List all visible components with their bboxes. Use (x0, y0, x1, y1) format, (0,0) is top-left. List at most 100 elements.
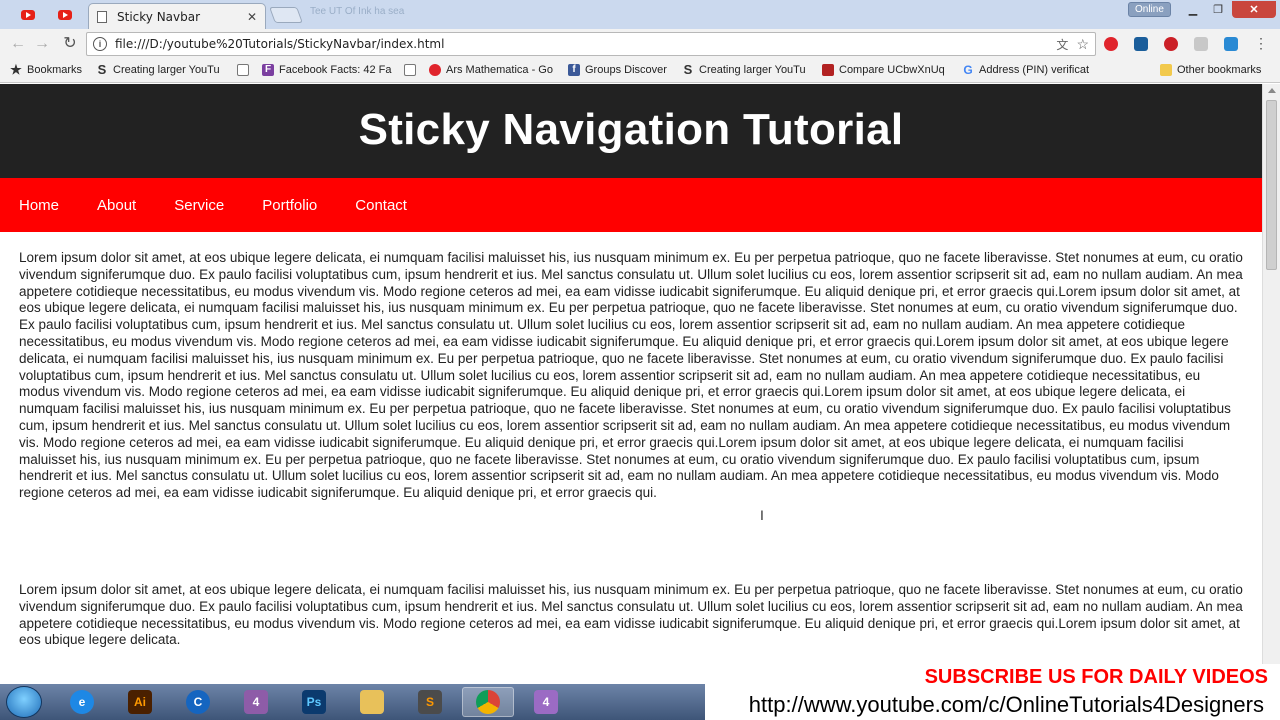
menu-icon[interactable]: ⋮ (1254, 35, 1268, 52)
facebook-icon: f (568, 64, 580, 76)
bookmark-label: Ars Mathematica - Go (446, 64, 553, 76)
pinterest-icon[interactable] (1164, 37, 1178, 51)
google-icon: G (963, 63, 973, 77)
minimize-button[interactable]: ▁ (1180, 1, 1206, 18)
app2-icon: 4 (534, 690, 558, 714)
bookmark-label: Facebook Facts: 42 Fa (279, 64, 392, 76)
browser-toolbar: ← → ↻ i file:///D:/youtube%20Tutorials/S… (0, 29, 1280, 59)
taskbar-photoshop[interactable]: Ps (288, 687, 340, 717)
page-content: Lorem ipsum dolor sit amet, at eos ubiqu… (0, 232, 1262, 649)
pinned-tab-youtube-2[interactable] (52, 4, 78, 26)
new-tab-button[interactable] (269, 7, 303, 23)
s-logo-icon: S (683, 62, 693, 77)
bookmark-label: Groups Discover (585, 64, 667, 76)
bookmark-item[interactable]: Compare UCbwXnUq (822, 64, 945, 76)
reload-button[interactable]: ↻ (60, 35, 80, 53)
bookmark-item[interactable]: F Facebook Facts: 42 Fa (262, 64, 392, 76)
chrome-icon (476, 690, 500, 714)
extension-sync-icon[interactable] (1224, 37, 1238, 51)
text-cursor-icon: I (760, 507, 764, 523)
bookmarks-bar: ★ Bookmarks S Creating larger YouTu F Faceb… (0, 59, 1280, 83)
bookmark-label: Bookmarks (27, 64, 83, 76)
bookmark-item[interactable]: Ars Mathematica - Go (429, 64, 553, 76)
document-icon (404, 64, 416, 76)
taskbar-app2[interactable]: 4 (520, 687, 572, 717)
forward-button[interactable]: → (32, 35, 52, 53)
nav-about[interactable]: About (97, 197, 136, 214)
bookmark-item[interactable] (237, 64, 254, 76)
bar-chart-icon (822, 64, 834, 76)
nav-service[interactable]: Service (174, 197, 224, 214)
red-circle-icon (429, 64, 441, 76)
tab-strip: Sticky Navbar ✕ Tee UT Of Ink ha sea Onl… (0, 0, 1280, 29)
nav-portfolio[interactable]: Portfolio (262, 197, 317, 214)
app-icon: 4 (244, 690, 268, 714)
star-icon: ★ (10, 62, 22, 77)
taskbar-illustrator[interactable]: Ai (114, 687, 166, 717)
taskbar-ccleaner[interactable]: C (172, 687, 224, 717)
maximize-button[interactable]: ❐ (1206, 1, 1230, 18)
bookmark-label: Creating larger YouTu (113, 64, 220, 76)
bookmark-item[interactable]: G Address (PIN) verificat (962, 64, 1089, 76)
bookmark-label: Compare UCbwXnUq (839, 64, 945, 76)
subscribe-overlay: SUBSCRIBE US FOR DAILY VIDEOS http://www… (705, 664, 1280, 720)
opera-extension-icon[interactable] (1104, 37, 1118, 51)
illustrator-icon: Ai (128, 690, 152, 714)
f-logo-icon: F (262, 64, 274, 76)
explorer-icon (360, 690, 384, 714)
folder-icon (1160, 64, 1172, 76)
start-button[interactable] (6, 686, 42, 718)
taskbar-app[interactable]: 4 (230, 687, 282, 717)
tab-title: Sticky Navbar (117, 9, 201, 24)
nav-home[interactable]: Home (19, 197, 59, 214)
extension-icon[interactable] (1134, 37, 1148, 51)
bookmark-item[interactable]: f Groups Discover (568, 64, 667, 76)
address-bar[interactable]: i file:///D:/youtube%20Tutorials/StickyN… (86, 32, 1096, 56)
bookmark-item[interactable]: S Creating larger YouTu (682, 62, 806, 77)
bookmark-label: Other bookmarks (1177, 64, 1262, 76)
content-paragraph: Lorem ipsum dolor sit amet, at eos ubiqu… (19, 250, 1243, 501)
subscribe-text: SUBSCRIBE US FOR DAILY VIDEOS (924, 666, 1268, 688)
bookmark-item[interactable] (404, 64, 421, 76)
taskbar-sublime[interactable]: S (404, 687, 456, 717)
nav-contact[interactable]: Contact (355, 197, 407, 214)
youtube-icon (21, 10, 35, 20)
page-scrollbar[interactable] (1262, 84, 1280, 684)
bookmark-item[interactable]: S Creating larger YouTu (96, 62, 220, 77)
sublime-icon: S (418, 690, 442, 714)
taskbar-chrome[interactable] (462, 687, 514, 717)
page-header: Sticky Navigation Tutorial (0, 84, 1262, 178)
bookmark-label: Address (PIN) verificat (979, 64, 1090, 76)
taskbar-explorer[interactable] (346, 687, 398, 717)
ghost-tab-label: Tee UT Of Ink ha sea (310, 6, 405, 17)
document-icon (97, 10, 107, 23)
youtube-icon (58, 10, 72, 20)
content-paragraph: Lorem ipsum dolor sit amet, at eos ubiqu… (19, 581, 1243, 648)
bookmark-label: Creating larger YouTu (699, 64, 806, 76)
translate-icon[interactable]: 文 (1056, 36, 1068, 53)
sticky-navbar: Home About Service Portfolio Contact (0, 178, 1262, 232)
close-tab-icon[interactable]: ✕ (247, 10, 257, 24)
page-info-icon[interactable]: i (93, 37, 107, 51)
online-badge: Online (1128, 2, 1171, 17)
tab-sticky-navbar[interactable]: Sticky Navbar ✕ (88, 3, 266, 29)
bookmark-item[interactable]: ★ Bookmarks (10, 62, 83, 77)
close-window-button[interactable]: ✕ (1232, 1, 1276, 18)
web-page: Sticky Navigation Tutorial Home About Se… (0, 84, 1262, 684)
channel-link[interactable]: http://www.youtube.com/c/OnlineTutorials… (749, 692, 1264, 718)
pinned-tab-youtube-1[interactable] (15, 4, 41, 26)
page-title: Sticky Navigation Tutorial (358, 105, 904, 154)
document-icon (237, 64, 249, 76)
url-text[interactable]: file:///D:/youtube%20Tutorials/StickyNav… (115, 37, 1056, 51)
extension-gray-icon[interactable] (1194, 37, 1208, 51)
photoshop-icon: Ps (302, 690, 326, 714)
scroll-up-icon[interactable] (1268, 88, 1276, 93)
scrollbar-thumb[interactable] (1266, 100, 1277, 270)
ie-icon: e (70, 690, 94, 714)
bookmark-star-icon[interactable]: ☆ (1076, 36, 1089, 53)
ccleaner-icon: C (186, 690, 210, 714)
bookmark-item[interactable]: Other bookmarks (1160, 64, 1261, 76)
taskbar-ie[interactable]: e (56, 687, 108, 717)
s-logo-icon: S (97, 62, 107, 77)
back-button[interactable]: ← (8, 35, 28, 53)
